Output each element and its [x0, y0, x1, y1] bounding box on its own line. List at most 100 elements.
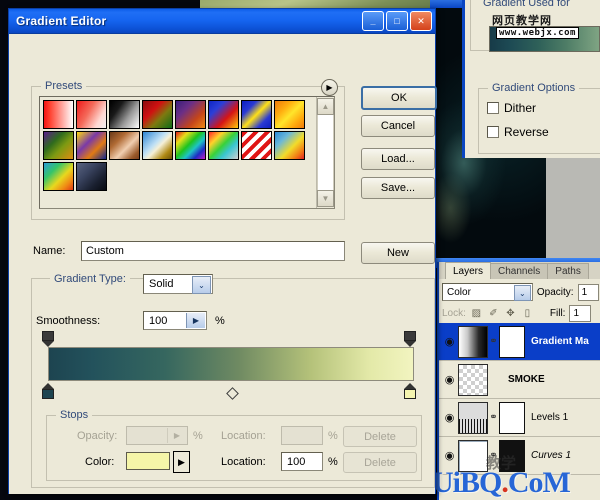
smoothness-stepper-icon[interactable]: ▶ [186, 313, 205, 328]
presets-groupbox: Presets ▶ ▲ ▼ [31, 79, 345, 220]
dialog-titlebar[interactable]: Gradient Editor _ □ ✕ [9, 9, 435, 34]
tab-channels[interactable]: Channels [490, 263, 549, 279]
table-row[interactable]: ◉ ⚭ Gradient Ma [439, 323, 600, 361]
preset-swatch-transparent-rainbow[interactable] [208, 131, 239, 160]
blend-mode-row[interactable]: Color ⌄ Opacity: 1 [439, 279, 600, 303]
preset-swatch-copper[interactable] [109, 131, 140, 160]
link-icon[interactable]: ⚭ [488, 336, 499, 347]
reverse-option-row[interactable]: Reverse [487, 125, 549, 139]
presets-scrollbar[interactable]: ▲ ▼ [316, 97, 334, 208]
layer-mask-thumbnail[interactable] [499, 401, 525, 434]
preset-swatch-blue-yellow-blue[interactable] [241, 100, 272, 129]
dialog-body: Presets ▶ ▲ ▼ OK Cancel Load... Save... … [9, 34, 437, 494]
dither-option-row[interactable]: Dither [487, 101, 536, 115]
dither-checkbox[interactable] [487, 102, 499, 114]
lock-image-icon[interactable]: ✐ [487, 307, 500, 320]
close-button[interactable]: ✕ [410, 11, 432, 31]
preset-swatch-black-to-white[interactable] [109, 100, 140, 129]
color-picker-arrow-icon[interactable]: ▶ [173, 451, 190, 473]
preset-swatch-spectrum[interactable] [175, 131, 206, 160]
preset-swatch-orange-yellow-orange[interactable] [274, 100, 305, 129]
location-top-unit: % [328, 430, 338, 442]
lock-transparency-icon[interactable]: ▨ [470, 307, 483, 320]
eye-icon[interactable]: ◉ [441, 373, 458, 386]
layer-name: Levels 1 [531, 412, 569, 423]
delete-color-stop-button[interactable]: Delete [343, 452, 417, 473]
name-input[interactable]: Custom [81, 241, 345, 261]
smoothness-input[interactable]: 100 ▶ [143, 311, 207, 330]
load-button[interactable]: Load... [361, 148, 435, 170]
new-button[interactable]: New [361, 242, 435, 264]
tab-layers[interactable]: Layers [445, 262, 492, 279]
delete-opacity-stop-button[interactable]: Delete [343, 426, 417, 447]
dialog-title: Gradient Editor [16, 14, 107, 28]
preset-swatch-violet-orange[interactable] [175, 100, 206, 129]
eye-icon[interactable]: ◉ [441, 335, 458, 348]
preset-swatch-dark-blue-black[interactable] [76, 162, 107, 191]
scrollbar-track[interactable] [317, 115, 334, 190]
opacity-input[interactable]: 1 [577, 283, 599, 301]
minimize-button[interactable]: _ [362, 11, 384, 31]
lock-label: Lock: [442, 307, 466, 319]
location-bottom-value: 100 [287, 455, 306, 468]
site-watermark-prefix: UiBQ [432, 466, 502, 499]
opacity-stop-left[interactable] [42, 331, 54, 347]
opacity-stepper-icon[interactable]: ▶ [167, 428, 186, 443]
smoothness-value: 100 [149, 314, 168, 327]
color-stop-right[interactable] [404, 383, 416, 399]
preset-swatch-foreground-to-transparent-red[interactable] [43, 100, 74, 129]
tab-paths[interactable]: Paths [547, 263, 589, 279]
close-icon: ✕ [417, 15, 425, 26]
opacity-stop-right[interactable] [404, 331, 416, 347]
eye-icon[interactable]: ◉ [441, 449, 458, 462]
chevron-down-icon[interactable]: ⌄ [192, 276, 211, 294]
chevron-down-icon[interactable]: ⌄ [513, 285, 531, 301]
panel-tabs[interactable]: Layers Channels Paths [439, 262, 600, 279]
gradient-midpoint-marker[interactable] [226, 387, 239, 400]
gradient-preview-strip[interactable] [48, 347, 414, 381]
table-row[interactable]: ◉ ⚭ Levels 1 [439, 399, 600, 437]
maximize-button[interactable]: □ [386, 11, 408, 31]
color-stop-left[interactable] [42, 383, 54, 399]
presets-menu-icon[interactable]: ▶ [321, 79, 338, 96]
lock-row[interactable]: Lock: ▨ ✐ ✥ ▯ Fill: 1 [439, 303, 600, 323]
eye-icon[interactable]: ◉ [441, 411, 458, 424]
reverse-checkbox[interactable] [487, 126, 499, 138]
blend-mode-value: Color [447, 286, 471, 298]
scroll-down-icon[interactable]: ▼ [317, 190, 334, 207]
layer-mask-thumbnail[interactable] [499, 325, 525, 358]
blend-mode-select[interactable]: Color ⌄ [442, 283, 533, 301]
location-bottom-input[interactable]: 100 [281, 452, 323, 471]
preset-swatch-blue-red-yellow[interactable] [208, 100, 239, 129]
layer-thumbnail[interactable] [458, 401, 488, 434]
fill-input[interactable]: 1 [569, 304, 592, 322]
ok-button[interactable]: OK [361, 86, 437, 110]
save-button[interactable]: Save... [361, 177, 435, 199]
location-top-input[interactable] [281, 426, 323, 445]
preset-swatch-violet-green-orange[interactable] [43, 131, 74, 160]
gradient-type-select[interactable]: Solid ⌄ [143, 274, 213, 294]
cancel-button[interactable]: Cancel [361, 115, 435, 137]
gradient-editor-dialog[interactable]: Gradient Editor _ □ ✕ Presets ▶ ▲ ▼ OK C… [8, 8, 437, 494]
preset-swatch-red-to-transparent-checker[interactable] [76, 100, 107, 129]
preset-swatch-chrome[interactable] [142, 131, 173, 160]
layer-thumbnail[interactable] [458, 363, 488, 396]
preset-swatch-red-stripes[interactable] [241, 131, 272, 160]
color-stop-swatch[interactable] [126, 452, 170, 470]
layers-panel[interactable]: Layers Channels Paths Color ⌄ Opacity: 1… [437, 262, 600, 500]
scroll-up-icon[interactable]: ▲ [317, 98, 334, 115]
location-top-label: Location: [221, 430, 266, 442]
layer-thumbnail[interactable] [458, 325, 488, 358]
preset-swatch-red-green[interactable] [142, 100, 173, 129]
presets-swatch-area[interactable] [40, 97, 316, 208]
opacity-stop-input[interactable]: ▶ [126, 426, 188, 445]
lock-position-icon[interactable]: ✥ [504, 307, 517, 320]
preset-swatch-blue-yellow-red[interactable] [274, 131, 305, 160]
link-icon[interactable]: ⚭ [488, 412, 499, 423]
presets-list[interactable]: ▲ ▼ [39, 96, 335, 209]
table-row[interactable]: ◉ SMOKE [439, 361, 600, 399]
preset-swatch-yellow-violet-orange-blue[interactable] [76, 131, 107, 160]
lock-all-icon[interactable]: ▯ [521, 307, 534, 320]
name-label: Name: [33, 245, 66, 257]
preset-swatch-blue-orange-rainbow[interactable] [43, 162, 74, 191]
